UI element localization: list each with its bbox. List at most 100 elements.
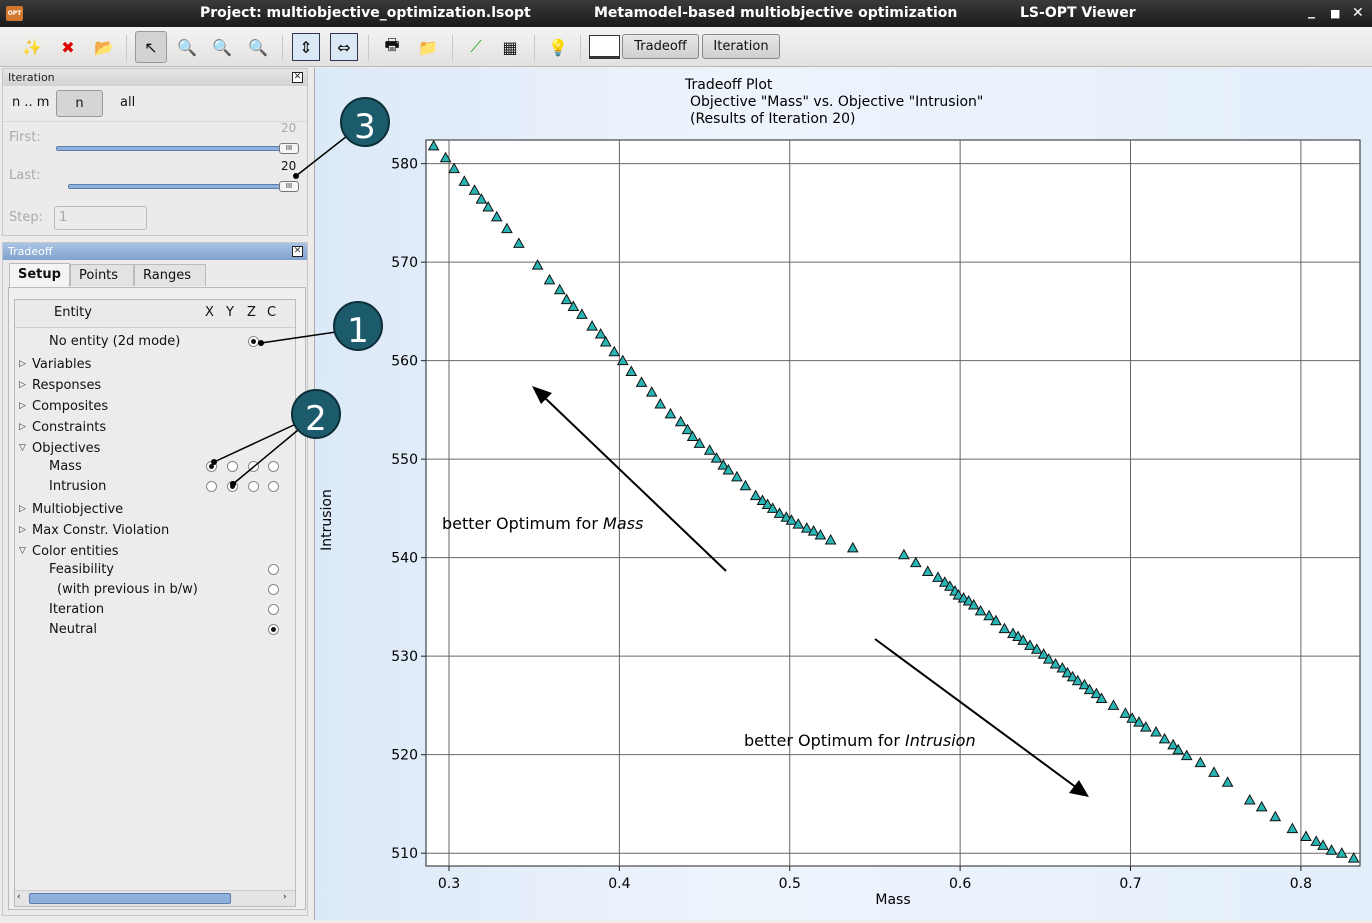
tree-item[interactable]: ▷ Multiobjective (15, 502, 295, 522)
table-icon[interactable]: ▦ (496, 33, 524, 61)
zoom-in-icon[interactable]: 🔍 (173, 33, 201, 61)
annotation-mass-emph: Mass (603, 514, 643, 533)
color-swatch[interactable] (589, 35, 620, 59)
expand-right-icon[interactable]: ▷ (19, 401, 26, 411)
radio-z[interactable] (248, 461, 259, 472)
annotation-intrusion-emph: Intrusion (905, 731, 976, 750)
tab-points[interactable]: Points (70, 264, 134, 286)
last-slider-handle[interactable]: III (279, 181, 299, 192)
close-icon[interactable]: ✕ (292, 72, 303, 83)
radio-y[interactable] (227, 481, 238, 492)
radio-x[interactable] (206, 481, 217, 492)
tree-item-label: Multiobjective (32, 502, 124, 517)
plot-area (425, 139, 1361, 867)
tab-setup[interactable]: Setup (9, 263, 70, 287)
column-c[interactable]: C (267, 305, 276, 320)
open-folder-icon[interactable]: 📂 (90, 33, 118, 61)
column-y[interactable]: Y (226, 305, 234, 320)
tree-item-label: Iteration (49, 602, 105, 617)
x-tick-label: 0.7 (1119, 876, 1141, 892)
fit-vertical-icon[interactable]: ⇕ (292, 33, 320, 61)
iteration-button[interactable]: Iteration (702, 34, 780, 59)
y-tick-label: 580 (391, 157, 418, 173)
radio-c[interactable] (268, 461, 279, 472)
annotation-mass-text: better Optimum for (442, 514, 603, 533)
tree-item-label: Mass (49, 459, 82, 474)
tree-item-label: Constraints (32, 420, 107, 435)
tree-item[interactable]: Mass (15, 459, 295, 479)
window-title-project: Project: multiobjective_optimization.lso… (200, 5, 531, 21)
expand-right-icon[interactable]: ▷ (19, 422, 26, 432)
tree-item[interactable]: (with previous in b/w) (15, 582, 295, 602)
tree-item[interactable]: ▽ Color entities (15, 544, 295, 564)
expand-down-icon[interactable]: ▽ (19, 546, 26, 556)
tab-ranges[interactable]: Ranges (134, 264, 206, 286)
first-slider[interactable] (56, 146, 296, 151)
export-icon[interactable]: 📁 (414, 33, 442, 61)
chart-subtitle-iteration: (Results of Iteration 20) (690, 111, 856, 127)
tree-item[interactable]: ▷ Variables (15, 357, 295, 377)
new-plot-icon[interactable]: ✨ (18, 33, 46, 61)
first-slider-handle[interactable]: III (279, 143, 299, 154)
tree-item[interactable]: Neutral (15, 622, 295, 642)
scroll-right-icon[interactable]: › (283, 892, 287, 902)
expand-right-icon[interactable]: ▷ (19, 525, 26, 535)
link-points-icon[interactable]: ⟋ (462, 33, 490, 61)
tree-item[interactable]: ▷ Responses (15, 378, 295, 398)
expand-down-icon[interactable]: ▽ (19, 443, 26, 453)
minimize-button[interactable]: _ (1308, 3, 1315, 19)
lightbulb-icon[interactable]: 💡 (544, 33, 572, 61)
print-icon[interactable]: 🖶 (378, 33, 406, 61)
radio-c[interactable] (268, 604, 279, 615)
radio-y[interactable] (227, 461, 238, 472)
column-x[interactable]: X (205, 305, 214, 320)
radio-x[interactable] (206, 461, 217, 472)
x-tick-label: 0.5 (779, 876, 801, 892)
tree-item-label: No entity (2d mode) (49, 334, 181, 349)
y-tick-label: 550 (391, 452, 418, 468)
mode-n-button[interactable]: n (56, 90, 103, 117)
zoom-out-icon[interactable]: 🔍 (208, 33, 236, 61)
tradeoff-button[interactable]: Tradeoff (622, 34, 699, 59)
zoom-reset-icon[interactable]: 🔍 (244, 33, 272, 61)
pointer-icon[interactable]: ↖ (135, 31, 167, 63)
tree-item[interactable]: Iteration (15, 602, 295, 622)
scrollbar-thumb[interactable] (29, 893, 231, 904)
delete-plot-icon[interactable]: ✖ (54, 33, 82, 61)
last-slider[interactable] (68, 184, 296, 189)
close-button[interactable]: ✕ (1352, 5, 1364, 21)
column-z[interactable]: Z (247, 305, 256, 320)
tree-item[interactable]: ▷ Composites (15, 399, 295, 419)
annotation-intrusion-text: better Optimum for (744, 731, 905, 750)
tree-item[interactable]: Feasibility (15, 562, 295, 582)
mode-all-button[interactable]: all (120, 95, 135, 110)
maximize-button[interactable]: ■ (1330, 7, 1340, 20)
radio-c[interactable] (268, 481, 279, 492)
radio-c[interactable] (268, 624, 279, 635)
tree-item[interactable]: Intrusion (15, 479, 295, 499)
horizontal-scrollbar[interactable]: ‹ › (15, 890, 295, 906)
expand-right-icon[interactable]: ▷ (19, 504, 26, 514)
tree-item[interactable]: ▷ Constraints (15, 420, 295, 440)
tradeoff-chart[interactable]: Tradeoff Plot Objective "Mass" vs. Objec… (315, 68, 1372, 920)
scroll-left-icon[interactable]: ‹ (17, 892, 21, 902)
y-tick-label: 540 (391, 551, 418, 567)
radio-z[interactable] (248, 336, 259, 347)
toolbar: ✨ ✖ 📂 ↖ 🔍 🔍 🔍 ⇕ ⇔ 🖶 📁 ⟋ ▦ 💡 Tradeoff Ite… (0, 27, 1372, 67)
tree-item[interactable]: ▽ Objectives (15, 441, 295, 461)
fit-horizontal-icon[interactable]: ⇔ (330, 33, 358, 61)
radio-c[interactable] (268, 564, 279, 575)
radio-c[interactable] (268, 584, 279, 595)
radio-z[interactable] (248, 481, 259, 492)
step-label: Step: (9, 210, 43, 225)
chart-title: Tradeoff Plot (684, 77, 773, 93)
tree-item[interactable]: ▷ Max Constr. Violation (15, 523, 295, 543)
expand-right-icon[interactable]: ▷ (19, 380, 26, 390)
mode-range-button[interactable]: n .. m (12, 95, 49, 110)
column-entity[interactable]: Entity (54, 305, 92, 320)
close-icon[interactable]: ✕ (292, 246, 303, 257)
step-spinbox[interactable]: 1 (54, 206, 147, 230)
expand-right-icon[interactable]: ▷ (19, 359, 26, 369)
tree-item[interactable]: No entity (2d mode) (15, 334, 295, 354)
tree-item-label: Neutral (49, 622, 97, 637)
